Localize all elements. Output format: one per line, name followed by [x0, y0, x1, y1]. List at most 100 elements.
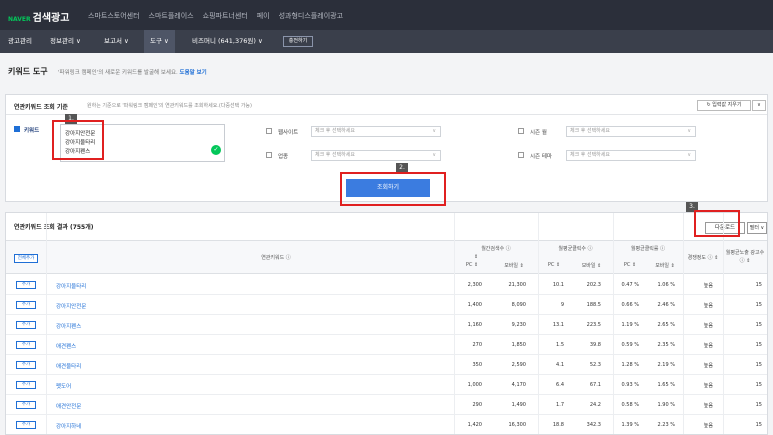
keyword-link[interactable]: 강아지울타리 — [56, 282, 86, 290]
keyword-link[interactable]: 펫도어 — [56, 382, 71, 390]
cell-clicks-mobile: 67.1 — [589, 382, 601, 388]
season-month-select-placeholder: 체크 후 선택하세요 — [570, 128, 610, 134]
add-keyword-button[interactable]: 추가 — [16, 401, 36, 409]
cell-ctr-pc: 0.47 % — [621, 282, 639, 288]
sort-icon[interactable]: ⇕ — [474, 254, 478, 260]
cell-ctr-pc: 0.93 % — [621, 382, 639, 388]
cell-search-mobile: 8,090 — [511, 302, 526, 308]
cell-ctr-mobile: 2.19 % — [657, 362, 675, 368]
industry-checkbox[interactable] — [266, 152, 272, 158]
service-nav: 스마트스토어센터 스마트플레이스 쇼핑파트너센터 페이 성과형디스플레이광고 — [88, 11, 343, 21]
add-keyword-button[interactable]: 추가 — [16, 361, 36, 369]
cell-search-pc: 270 — [472, 342, 482, 348]
cell-search-mobile: 1,490 — [511, 402, 526, 408]
add-keyword-button[interactable]: 추가 — [16, 421, 36, 429]
add-keyword-button[interactable]: 추가 — [16, 301, 36, 309]
annotation-box-download — [694, 210, 740, 237]
sub-header-pc[interactable]: PC ⇕ — [454, 262, 490, 268]
page-title: 키워드 도구 — [8, 67, 48, 76]
cell-search-mobile: 4,170 — [511, 382, 526, 388]
keyword-link[interactable]: 강아지펜스 — [56, 322, 81, 330]
table-row: 추가 애견안전문 290 1,490 1.7 24.2 0.58 % 1.90 % 높음 15 — [6, 395, 767, 415]
filter-button[interactable]: 필터 ∨ — [747, 222, 767, 234]
cell-search-pc: 1,160 — [467, 322, 482, 328]
menu-report[interactable]: 보고서 ∨ — [104, 30, 129, 53]
keyword-link[interactable]: 강아지하네 — [56, 422, 81, 430]
nav-shopping-partner[interactable]: 쇼핑파트너센터 — [203, 11, 248, 21]
col-ad-count-header[interactable]: 월평균노출 광고수 ⓘ ⇕ — [723, 249, 767, 265]
menu-tools[interactable]: 도구 ∨ — [144, 30, 175, 53]
keyword-label: 키워드 — [24, 128, 40, 134]
cell-ctr-pc: 0.59 % — [621, 342, 639, 348]
cell-competition: 높음 — [703, 363, 713, 369]
season-month-select[interactable]: 체크 후 선택하세요 ∨ — [566, 126, 696, 137]
menu-bizmoney[interactable]: 비즈머니 (641,376원) ∨ — [192, 30, 263, 53]
check-icon: ✓ — [211, 145, 221, 155]
nav-pay[interactable]: 페이 — [257, 11, 270, 21]
nav-smartplace[interactable]: 스마트플레이스 — [149, 11, 194, 21]
add-keyword-button[interactable]: 추가 — [16, 341, 36, 349]
cell-clicks-pc: 6.4 — [556, 382, 564, 388]
keyword-link[interactable]: 강아지안전문 — [56, 302, 86, 310]
chevron-down-icon: ∨ — [687, 152, 691, 158]
naver-logo[interactable]: NAVER 검색광고 — [8, 9, 69, 24]
sub-header-mobile[interactable]: 모바일 ⇕ — [490, 262, 538, 269]
season-theme-select[interactable]: 체크 후 선택하세요 ∨ — [566, 150, 696, 161]
col-keyword-header[interactable]: 연관키워드 ⓘ — [176, 254, 376, 261]
brand-name: 검색광고 — [32, 13, 70, 24]
keyword-link[interactable]: 애견펜스 — [56, 342, 76, 350]
search-panel-title: 연관키워드 조회 기준 — [14, 104, 68, 111]
col-competition-header[interactable]: 경쟁정도 ⓘ ⇕ — [683, 254, 723, 261]
col-monthly-clicks-header: 월평균클릭수 ⓘ — [558, 246, 593, 252]
cell-ctr-pc: 1.28 % — [621, 362, 639, 368]
nav-smartstore[interactable]: 스마트스토어센터 — [88, 11, 140, 21]
season-month-checkbox[interactable] — [518, 128, 524, 134]
cell-clicks-pc: 4.1 — [556, 362, 564, 368]
cell-competition: 높음 — [703, 403, 713, 409]
add-keyword-button[interactable]: 추가 — [16, 281, 36, 289]
cell-ad-count: 15 — [755, 382, 762, 388]
add-all-button[interactable]: 전체추가 — [14, 254, 38, 263]
reset-label: 입력값 지우기 — [712, 102, 742, 108]
cell-ad-count: 15 — [755, 402, 762, 408]
add-keyword-button[interactable]: 추가 — [16, 321, 36, 329]
sub-header-pc[interactable]: PC ⇕ — [613, 262, 647, 268]
nav-display-ads[interactable]: 성과형디스플레이광고 — [279, 11, 343, 21]
website-select[interactable]: 체크 후 선택하세요 ∨ — [311, 126, 441, 137]
keyword-link[interactable]: 애견울타리 — [56, 362, 81, 370]
cell-clicks-mobile: 39.8 — [589, 342, 601, 348]
cell-clicks-pc: 1.7 — [556, 402, 564, 408]
results-panel: 연관키워드 조회 결과 (755개) 다운로드 필터 ∨ 전체추가 연관키워드 … — [5, 212, 768, 435]
sub-header-mobile[interactable]: 모바일 ⇕ — [647, 262, 683, 269]
add-keyword-button[interactable]: 추가 — [16, 381, 36, 389]
cell-ctr-pc: 0.66 % — [621, 302, 639, 308]
sub-header-mobile[interactable]: 모바일 ⇕ — [570, 262, 613, 269]
reset-inputs-button[interactable]: ↻ 입력값 지우기 — [697, 100, 751, 111]
table-row: 추가 강아지울타리 2,300 21,300 10.1 202.3 0.47 % 1.06 %… — [6, 275, 767, 295]
cell-search-mobile: 2,590 — [511, 362, 526, 368]
chevron-down-icon: ∨ — [432, 152, 436, 158]
keyword-checkbox[interactable] — [14, 126, 20, 132]
table-row: 추가 강아지하네 1,420 16,300 18.8 342.3 1.39 % 2.23 % 높… — [6, 415, 767, 434]
cell-ad-count: 15 — [755, 302, 762, 308]
cell-ctr-mobile: 1.06 % — [657, 282, 675, 288]
sub-header-pc[interactable]: PC ⇕ — [538, 262, 570, 268]
cell-search-mobile: 16,300 — [508, 422, 527, 428]
keyword-link[interactable]: 애견안전문 — [56, 402, 81, 410]
search-panel-header: 연관키워드 조회 기준 원하는 기준으로 '파워링크 캠페인'의 연관키워드를 … — [6, 95, 767, 115]
cell-ad-count: 15 — [755, 362, 762, 368]
reset-options-button[interactable]: ∨ — [752, 100, 766, 111]
cell-competition: 높음 — [703, 323, 713, 329]
cell-search-pc: 1,420 — [467, 422, 482, 428]
cell-clicks-mobile: 24.2 — [589, 402, 601, 408]
cell-clicks-mobile: 223.5 — [586, 322, 601, 328]
help-link[interactable]: 도움말 보기 — [180, 70, 207, 76]
cell-competition: 높음 — [703, 423, 713, 429]
charge-button[interactable]: 충전하기 — [283, 36, 313, 47]
industry-select[interactable]: 체크 후 선택하세요 ∨ — [311, 150, 441, 161]
menu-ad-manage[interactable]: 광고관리 — [8, 30, 32, 53]
cell-ctr-pc: 1.19 % — [621, 322, 639, 328]
season-theme-checkbox[interactable] — [518, 152, 524, 158]
menu-info-manage[interactable]: 정보관리 ∨ — [50, 30, 81, 53]
website-checkbox[interactable] — [266, 128, 272, 134]
